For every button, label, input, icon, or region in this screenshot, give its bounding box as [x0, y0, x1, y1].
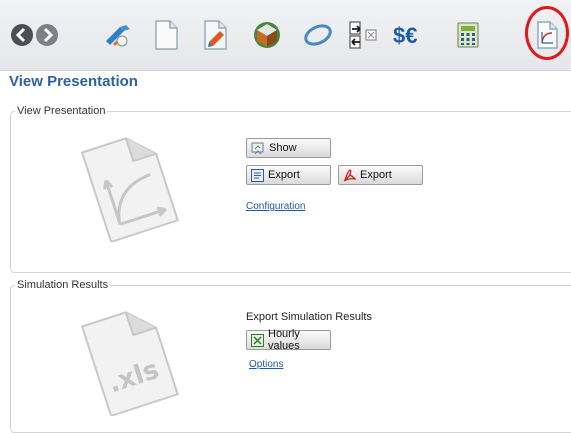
page-title: View Presentation	[9, 73, 138, 90]
show-button[interactable]: Show	[246, 138, 331, 158]
simulation-results-legend: Simulation Results	[17, 279, 109, 291]
new-document-button[interactable]	[146, 15, 186, 55]
slideshow-icon	[251, 142, 264, 154]
hourly-values-button[interactable]: Hourly values	[246, 328, 331, 352]
export-simulation-results-heading: Export Simulation Results	[246, 311, 372, 323]
import-export-icon	[349, 21, 377, 49]
edit-document-icon	[204, 20, 227, 50]
calculator-icon	[457, 22, 479, 48]
word-document-icon	[251, 168, 264, 182]
pv-system-button[interactable]	[98, 15, 138, 55]
blank-document-icon	[155, 20, 178, 50]
forward-arrow-icon	[36, 24, 58, 46]
export-pdf-button[interactable]: Export	[338, 165, 423, 185]
svg-text:$€: $€	[393, 23, 417, 48]
presentation-icon	[537, 21, 558, 49]
presentation-document-illustration	[80, 137, 179, 242]
show-button-label: Show	[269, 142, 297, 154]
export-word-button-label: Export	[268, 169, 300, 181]
orbit-button[interactable]	[298, 15, 338, 55]
pdf-icon	[343, 168, 356, 182]
main-toolbar: $€	[0, 0, 571, 71]
calculator-button[interactable]	[448, 15, 488, 55]
forward-button[interactable]	[27, 15, 67, 55]
economics-button[interactable]: $€	[390, 15, 440, 55]
excel-icon	[251, 333, 264, 347]
view-presentation-legend: View Presentation	[17, 105, 106, 117]
hourly-values-button-label: Hourly values	[268, 328, 300, 352]
3d-model-icon	[254, 22, 280, 48]
configuration-link[interactable]: Configuration	[246, 201, 305, 212]
currency-icon: $€	[393, 23, 417, 48]
pv-system-icon	[106, 25, 130, 47]
export-word-button[interactable]: Export	[246, 165, 331, 185]
import-export-button[interactable]	[344, 15, 384, 55]
xls-file-illustration: .xls	[80, 311, 179, 416]
orbit-icon	[304, 24, 332, 46]
3d-model-button[interactable]	[247, 15, 287, 55]
export-pdf-button-label: Export	[360, 169, 392, 181]
edit-document-button[interactable]	[196, 15, 236, 55]
presentation-button[interactable]	[527, 15, 567, 55]
options-link[interactable]: Options	[249, 359, 283, 370]
